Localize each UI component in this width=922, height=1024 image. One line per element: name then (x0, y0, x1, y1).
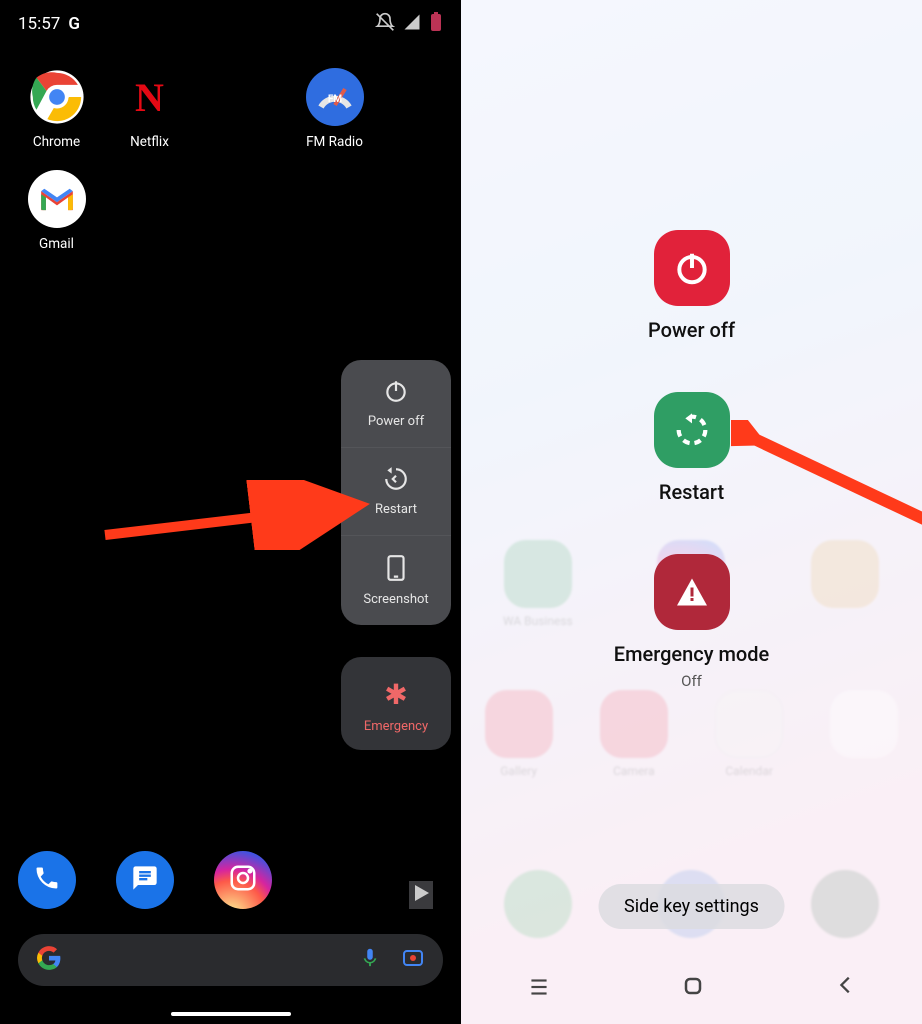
play-app[interactable] (409, 881, 433, 909)
play-icon (409, 890, 433, 909)
search-bar[interactable] (18, 934, 443, 986)
signal-icon: x (403, 13, 421, 36)
annotation-arrow-left (100, 480, 380, 550)
screenshot-icon (385, 554, 407, 586)
app-netflix[interactable]: N Netflix (103, 68, 196, 150)
power-icon (654, 230, 730, 306)
label: Side key settings (624, 896, 759, 917)
restart-icon (383, 466, 409, 496)
home-screen-apps: Chrome N Netflix FM FM Radio Gmail (0, 48, 461, 272)
home-button[interactable] (681, 974, 705, 1004)
android-stock-screen: 15:57 G x Chrome N Netflix (0, 0, 461, 1024)
status-bar: 15:57 G x (0, 0, 461, 48)
label: Power off (648, 318, 735, 342)
dnd-off-icon (375, 12, 395, 37)
app-label: Chrome (33, 134, 80, 150)
power-icon (383, 378, 409, 408)
fmradio-icon: FM (306, 68, 364, 126)
phone-app[interactable] (18, 851, 76, 909)
clock: 15:57 (18, 14, 60, 34)
app-label: Gmail (39, 236, 74, 252)
app-chrome[interactable]: Chrome (10, 68, 103, 150)
restart-icon (654, 392, 730, 468)
app-label: Netflix (130, 134, 169, 150)
label: Power off (368, 414, 424, 429)
screenshot-button[interactable]: Screenshot (341, 535, 451, 625)
emergency-button[interactable]: ✱ Emergency (341, 657, 451, 750)
label: Restart (659, 480, 724, 504)
label: Emergency mode (614, 642, 769, 666)
restart-button[interactable]: Restart (654, 392, 730, 504)
power-menu: Power off Restart Screenshot (341, 360, 451, 625)
netflix-icon: N (121, 68, 179, 126)
messages-app[interactable] (116, 851, 174, 909)
google-g-icon (36, 945, 62, 975)
back-button[interactable] (835, 974, 857, 1004)
lens-icon[interactable] (401, 946, 425, 974)
restart-button[interactable]: Restart (341, 447, 451, 535)
label: Screenshot (363, 592, 428, 607)
dock (18, 851, 272, 909)
power-menu-samsung: Power off Restart Emergency mode Off (461, 230, 922, 690)
nav-bar (461, 974, 922, 1004)
app-fmradio[interactable]: FM FM Radio (288, 68, 381, 150)
label: Restart (375, 502, 417, 517)
svg-text:x: x (407, 14, 411, 22)
phone-icon (33, 864, 61, 896)
gmail-icon (28, 170, 86, 228)
power-off-button[interactable]: Power off (648, 230, 735, 342)
label: Emergency (364, 719, 428, 734)
emergency-mode-button[interactable]: Emergency mode Off (614, 554, 769, 690)
svg-text:FM: FM (327, 94, 341, 105)
instagram-app[interactable] (214, 851, 272, 909)
gesture-pill[interactable] (171, 1012, 291, 1016)
google-glyph: G (68, 14, 80, 34)
side-key-settings-button[interactable]: Side key settings (598, 884, 785, 929)
emergency-icon: ✱ (384, 681, 407, 709)
power-off-button[interactable]: Power off (341, 360, 451, 447)
sub-label: Off (681, 672, 702, 690)
app-gmail[interactable]: Gmail (10, 170, 103, 252)
instagram-icon (228, 863, 258, 897)
samsung-power-screen: WA Business Instagram Gallery Camera Cal… (461, 0, 922, 1024)
messages-icon (131, 864, 159, 896)
app-label: FM Radio (306, 134, 363, 150)
mic-icon[interactable] (359, 946, 381, 974)
emergency-icon (654, 554, 730, 630)
chrome-icon (28, 68, 86, 126)
recents-button[interactable] (526, 974, 552, 1004)
battery-icon (429, 12, 443, 37)
